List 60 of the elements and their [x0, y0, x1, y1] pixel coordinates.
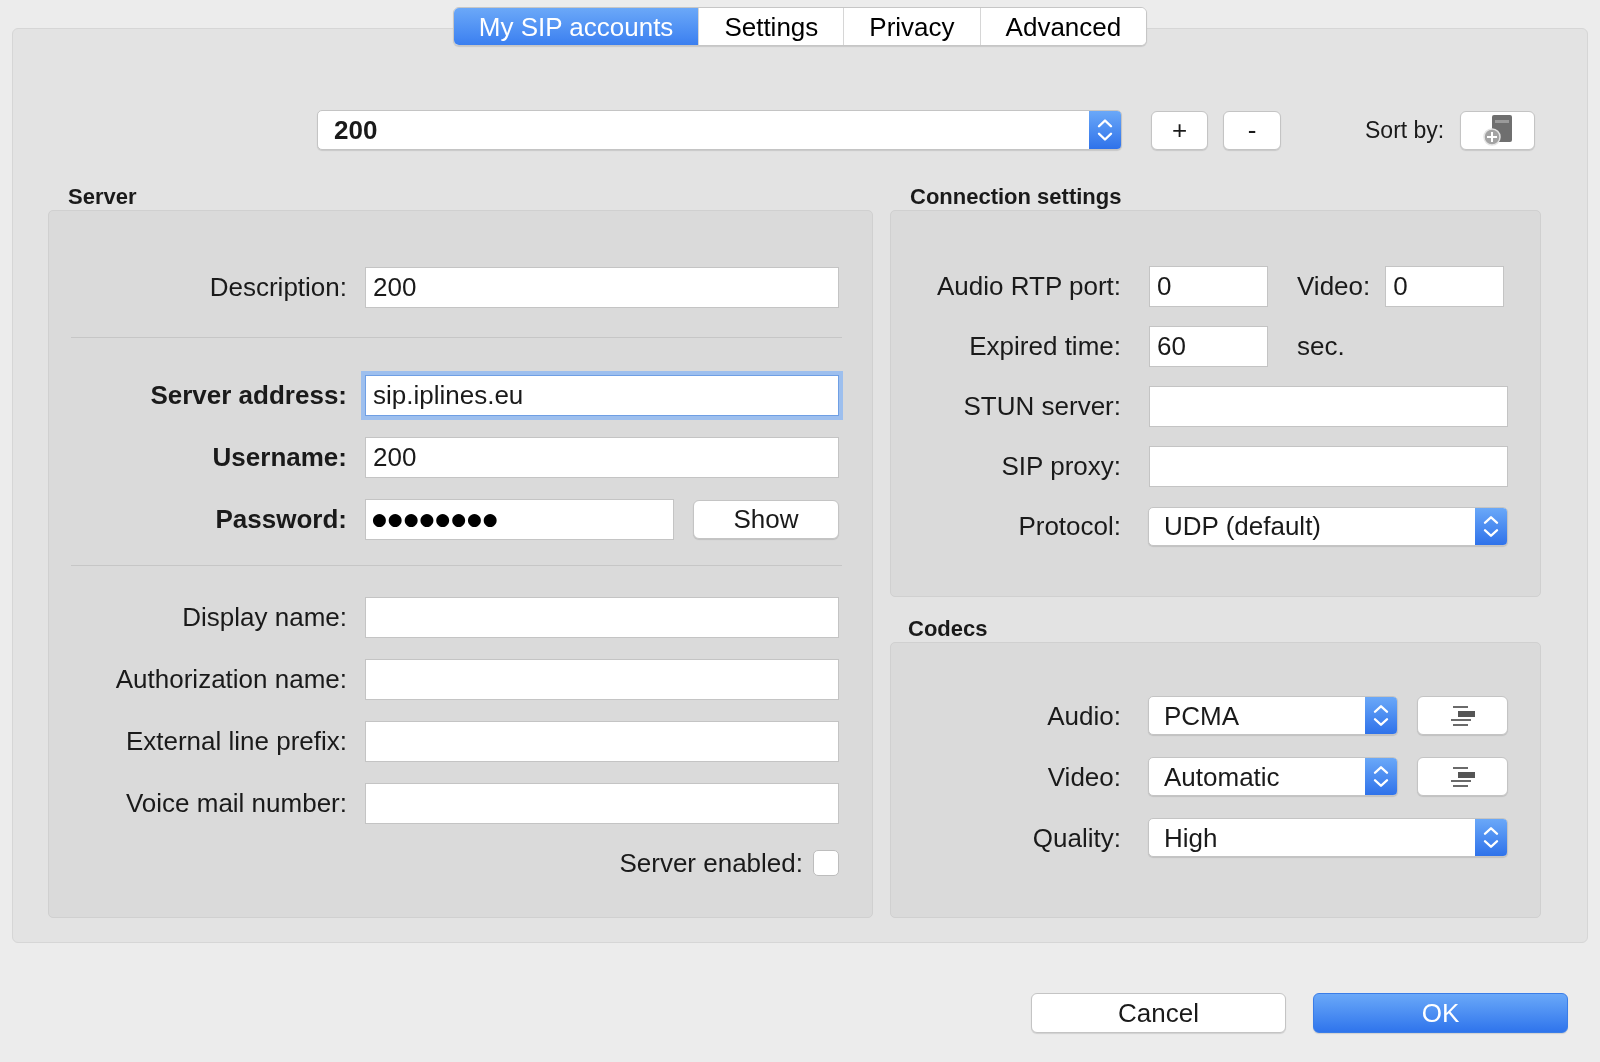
field-label: Quality: [1031, 824, 1121, 851]
dropdown[interactable]: PCMA [1148, 696, 1398, 735]
field-label: Video: [1046, 763, 1121, 790]
up-down-chevron-icon [1475, 507, 1507, 545]
account-dropdown[interactable]: 200 [317, 110, 1122, 150]
section-title: Server [68, 184, 137, 209]
text-field[interactable]: sip.iplines.eu [365, 374, 839, 416]
up-down-chevron-icon [1365, 697, 1397, 734]
sort-button[interactable] [1460, 110, 1536, 150]
text-field[interactable] [365, 596, 839, 638]
text-field[interactable]: 0 [1149, 265, 1268, 307]
tab[interactable]: Settings [698, 8, 844, 45]
field-label: STUN server: [962, 393, 1121, 419]
field-label: Protocol: [1017, 513, 1121, 539]
field-label: Server enabled: [619, 850, 803, 876]
options-button[interactable] [1417, 696, 1508, 735]
section-title: Codecs [908, 616, 988, 641]
field-label: Audio: [1046, 702, 1121, 729]
tab[interactable]: Privacy [843, 8, 980, 45]
field-label: Description: [208, 274, 347, 300]
remove-button[interactable]: - [1223, 110, 1281, 150]
text-field[interactable] [1149, 385, 1508, 427]
lines-icon [1450, 705, 1475, 726]
text-field[interactable] [1149, 445, 1508, 487]
checkbox[interactable] [813, 850, 839, 876]
dropdown[interactable]: Automatic [1148, 757, 1398, 796]
card-plus-icon [1482, 114, 1513, 146]
show-button[interactable]: Show [693, 499, 839, 539]
text-field[interactable]: 200 [365, 436, 839, 478]
field-label: Audio RTP port: [935, 273, 1121, 299]
lines-icon [1450, 766, 1475, 787]
field-label: Password: [214, 506, 347, 532]
field-label: Username: [211, 444, 347, 470]
dialog-button[interactable]: Cancel [1031, 993, 1286, 1033]
text-field[interactable]: 60 [1149, 325, 1268, 367]
up-down-chevron-icon [1365, 758, 1397, 795]
dropdown[interactable]: High [1148, 818, 1508, 857]
up-down-chevron-icon [1089, 111, 1121, 149]
field-label: SIP proxy: [1000, 453, 1121, 479]
text-field[interactable] [365, 782, 839, 824]
add-button[interactable]: + [1151, 110, 1208, 150]
text-field[interactable] [365, 720, 839, 762]
sort-label: Sort by: [1365, 118, 1445, 142]
tab[interactable]: Advanced [979, 8, 1147, 45]
text-field[interactable] [365, 658, 839, 700]
field-label: Display name: [181, 604, 347, 630]
field-label: Voice mail number: [124, 790, 347, 816]
field-label: Authorization name: [114, 666, 347, 692]
options-button[interactable] [1417, 757, 1508, 796]
text-field[interactable]: 200 [365, 266, 839, 308]
up-down-chevron-icon [1475, 819, 1507, 856]
dropdown[interactable]: UDP (default) [1148, 506, 1508, 546]
unit-label: sec. [1297, 333, 1345, 359]
section-title: Connection settings [910, 184, 1122, 209]
field-label: Video: [1297, 273, 1371, 299]
text-field[interactable]: 0 [1385, 265, 1505, 307]
field-label: Server address: [149, 382, 347, 408]
field-label: External line prefix: [124, 728, 347, 754]
password-field[interactable]: ●●●●●●●● [365, 498, 674, 540]
field-label: Expired time: [968, 333, 1121, 359]
